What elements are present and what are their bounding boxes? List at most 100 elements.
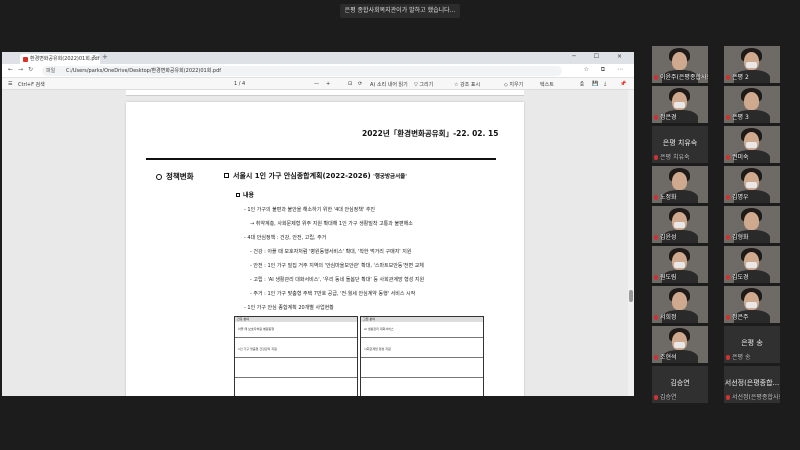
window-controls[interactable]: ─ ☐ × (572, 53, 630, 60)
table-grid-line (235, 357, 357, 358)
participant-name: 김승연 (660, 394, 677, 401)
erase-button[interactable]: ◇ 지우기 (504, 81, 523, 88)
pdf-viewer[interactable]: 2022년「환경변화공유회」-22. 02. 15 정책변화 서울시 1인 가구… (2, 90, 634, 396)
draw-button[interactable]: ▽ 그리기 (414, 81, 433, 88)
muted-mic-icon (654, 235, 658, 240)
participant-tile[interactable]: 서희정 (652, 286, 708, 323)
participant-tile[interactable]: 정은경 (652, 86, 708, 123)
participant-face (672, 52, 687, 70)
save-icon[interactable]: 💾 (592, 81, 598, 87)
table-cell: 사회관계망 형성 지원 (364, 347, 391, 351)
participant-name: 정은경 (660, 114, 677, 121)
participant-tile[interactable]: 노정화 (652, 166, 708, 203)
table-cell: AI 생활관리 대화서비스 (364, 327, 394, 331)
muted-mic-icon (726, 195, 730, 200)
shared-browser-window: 환경변화공유회(2022)01회.pdf × + ─ ☐ × ← → ↻ 파일 … (2, 52, 634, 396)
participant-tile[interactable]: 은평 3 (724, 86, 780, 123)
participant-tile[interactable]: 서선정(은평종합... 서선정(은평종합사회복... (724, 366, 780, 403)
document-heading: 서울시 1인 가구 안심종합계획(2022-2026) '행궁방금서울' (224, 171, 407, 181)
muted-mic-icon (654, 115, 658, 120)
participant-tile[interactable]: 김승연 김승연 (652, 366, 708, 403)
participant-tile[interactable]: 권미숙 (724, 126, 780, 163)
scroll-thumb[interactable] (629, 290, 633, 302)
participant-tile[interactable]: 김명우 (724, 166, 780, 203)
participant-tile[interactable]: 김도경 (724, 246, 780, 283)
reload-icon[interactable]: ↻ (28, 66, 33, 73)
participant-tile[interactable]: 정은주 (724, 286, 780, 323)
participant-tile[interactable]: 김형화 (724, 206, 780, 243)
rotate-icon[interactable]: ⟳ (358, 81, 362, 87)
table-grid-line (361, 377, 483, 378)
pdf-tab[interactable]: 환경변화공유회(2022)01회.pdf (20, 54, 100, 64)
tab-close-icon[interactable]: × (92, 54, 96, 60)
zoom-out-icon[interactable]: — (314, 81, 319, 87)
pin-icon[interactable]: 📌 (620, 81, 626, 87)
doc-line-8: - 1인 가구 안심 종합계획 20개별 사업현황 (244, 305, 334, 311)
pdf-toolbar: ☰ Ctrl+F 검색 1 / 4 — + ⊡ ⟳ A) 소리 내어 읽기 ▽ … (2, 78, 634, 90)
page-indicator[interactable]: 1 / 4 (234, 81, 245, 87)
muted-mic-icon (654, 315, 658, 320)
face-mask (674, 342, 685, 348)
screen-share-banner[interactable]: 은평 종합사회복지관이가 발하고 했습니다... (340, 4, 460, 18)
back-icon[interactable]: ← (8, 66, 13, 73)
forward-icon[interactable]: → (18, 66, 23, 73)
section-label: 정책변화 (156, 171, 194, 182)
doc-line-3: - 4대 안심정책 : 건강, 안전, 고립, 주거 (244, 235, 327, 241)
participant-face (744, 212, 759, 230)
toc-icon[interactable]: ☰ (8, 81, 12, 87)
print-icon[interactable]: ⎙ (580, 81, 584, 87)
address-bar-icons[interactable]: ☆ ⧉ ⋯ (584, 66, 628, 74)
new-tab-icon[interactable]: + (102, 53, 108, 61)
url-field[interactable]: 파일 C:/Users/parks/OneDrive/Desktop/환경변화공… (42, 66, 562, 76)
square-bullet-icon (224, 173, 229, 178)
participant-name: 노정화 (660, 194, 677, 201)
project-table-left: 건강 분야 아플 때 보호자처럼 병원동행 1인 가구 맞춤형 건강관리 지원 (234, 316, 358, 396)
muted-mic-icon (726, 75, 730, 80)
participant-display-name: 서선정(은평종합... (724, 379, 780, 387)
participant-face (744, 92, 759, 110)
highlight-button[interactable]: ☆ 강조 표시 (454, 81, 480, 88)
participant-tile[interactable]: 은평 치유숙 은평 치유숙 (652, 126, 708, 163)
fit-page-icon[interactable]: ⊡ (348, 81, 352, 87)
muted-mic-icon (654, 395, 658, 400)
doc-line-6: - 고립 : 'AI 생활관리 대화서비스', '우리 동네 돌봄단 확대' 등… (250, 277, 425, 283)
participant-tile[interactable]: 원도림 (652, 246, 708, 283)
participant-display-name: 은평 송 (741, 339, 763, 347)
participant-tile[interactable]: 조현석 (652, 326, 708, 363)
face-mask (746, 142, 757, 148)
table-left-title: 건강 분야 (235, 317, 357, 322)
search-button[interactable]: Ctrl+F 검색 (18, 81, 45, 88)
table-right-title: 고립 분야 (361, 317, 483, 322)
circle-bullet-icon (156, 174, 162, 180)
participant-tile[interactable]: 은평 송 은평 송 (724, 326, 780, 363)
face-mask (674, 102, 685, 108)
doc-line-5: - 안전 : 1인 가구 밀집 거주 지역의 '안심마을보안관' 확대, '스마… (250, 263, 424, 269)
subheading-text: 내용 (243, 192, 255, 199)
face-mask (746, 182, 757, 188)
read-aloud-button[interactable]: A) 소리 내어 읽기 (370, 81, 408, 88)
participant-tile[interactable]: 김윤성 (652, 206, 708, 243)
participant-tile[interactable]: 이윤주(은평종합사회... (652, 46, 708, 83)
participant-name: 서희정 (660, 314, 677, 321)
doc-line-2: → 취약계층, 사회문제형 위주 지원 확대해 1인 가구 생활밀착 고통과 불… (250, 221, 413, 227)
text-note-button[interactable]: 텍스트 (540, 81, 554, 88)
pdf-scrollbar[interactable] (628, 90, 634, 396)
content-subheading: 내용 (236, 190, 254, 199)
face-mask (746, 62, 757, 68)
section-text: 정책변화 (166, 172, 194, 181)
slogan-text: '행궁방금서울' (373, 174, 407, 180)
doc-line-4: - 건강 : 아플 때 보호자처럼 '병원동행서비스' 확대, '착한 먹거리 … (250, 249, 412, 255)
face-mask (746, 262, 757, 268)
muted-mic-icon (726, 235, 730, 240)
participant-name: 김형화 (732, 234, 749, 241)
table-grid-line (361, 337, 483, 338)
participant-tile[interactable]: 은평 2 (724, 46, 780, 83)
participant-name: 은평 송 (732, 354, 751, 361)
zoom-meeting-window: 은평 종합사회복지관이가 발하고 했습니다... 환경변화공유회(2022)01… (0, 0, 800, 450)
muted-mic-icon (654, 195, 658, 200)
muted-mic-icon (654, 355, 658, 360)
zoom-in-icon[interactable]: + (326, 81, 330, 87)
participant-name: 김윤성 (660, 234, 677, 241)
save-as-icon[interactable]: ⤓ (604, 81, 606, 87)
participant-display-name: 은평 치유숙 (662, 139, 698, 147)
